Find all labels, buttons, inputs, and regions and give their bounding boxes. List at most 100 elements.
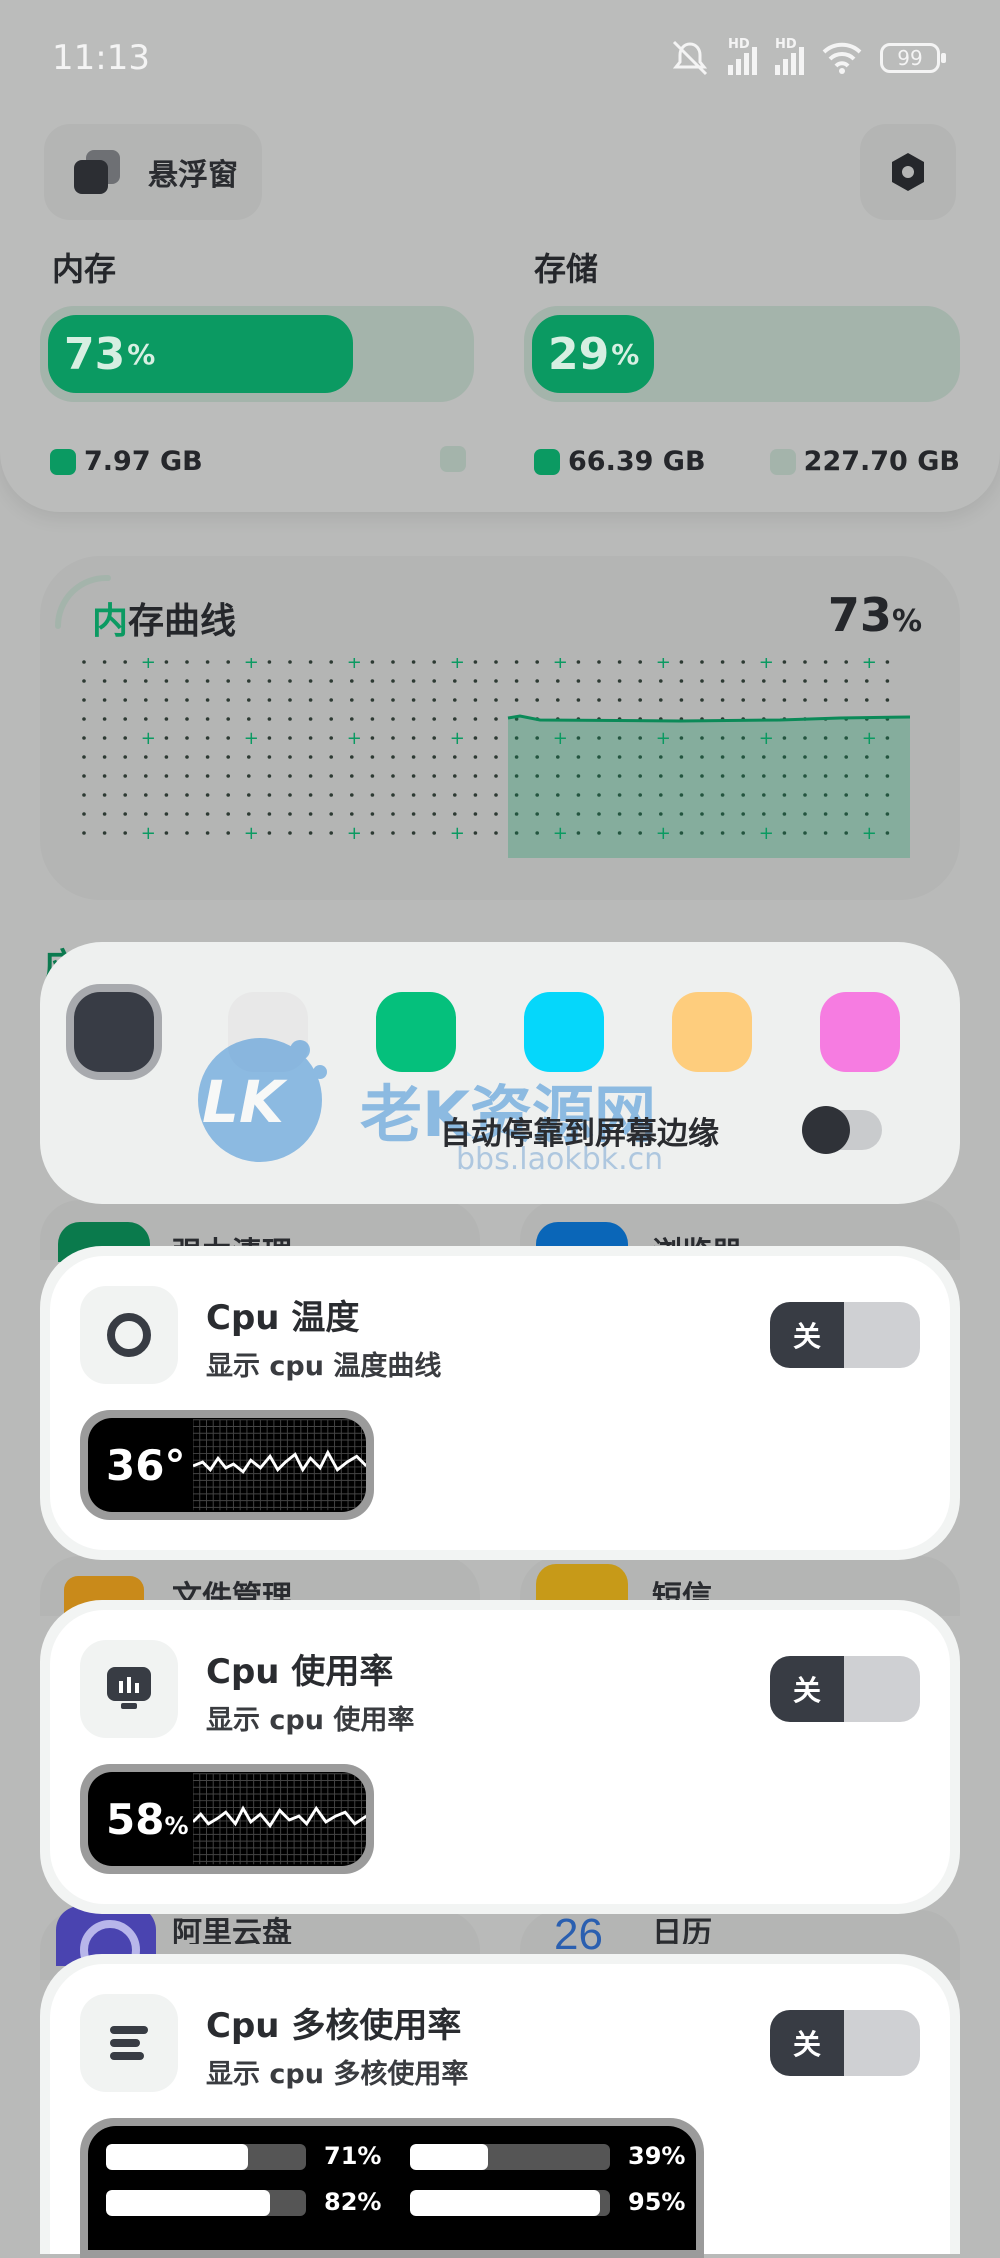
cpu-usage-widget-preview: 58% <box>80 1764 374 1874</box>
memory-curve-chart: ++++++++++++++++++++++++ <box>82 658 911 858</box>
svg-text:+: + <box>244 658 259 673</box>
cpu-usage-title: Cpu 使用率 <box>206 1652 394 1692</box>
core-label-3: 82% <box>324 2188 382 2216</box>
cpu-temp-value: 36° <box>106 1440 186 1490</box>
core-label-4: 95% <box>628 2188 686 2216</box>
storage-title: 存储 <box>534 250 599 288</box>
svg-text:+: + <box>347 823 362 844</box>
cpu-usage-value-unit: % <box>164 1811 189 1840</box>
svg-text:+: + <box>347 658 362 673</box>
cpu-usage-toggle[interactable]: 关 <box>770 1656 920 1722</box>
svg-text:+: + <box>450 728 465 749</box>
cpu-temp-toggle[interactable]: 关 <box>770 1302 920 1368</box>
memory-percent: 73 <box>64 328 126 380</box>
storage-total-legend: 227.70 GB <box>769 446 960 477</box>
cpu-usage-toggle-label: 关 <box>770 1656 844 1722</box>
memory-curve-title-accent: 内 <box>92 601 129 642</box>
svg-text:+: + <box>450 823 465 844</box>
memory-percent-sign: % <box>127 337 156 371</box>
core-bar-4 <box>410 2190 610 2216</box>
floating-window-button[interactable]: 悬浮窗 <box>44 124 262 220</box>
bars-list-icon <box>110 2026 148 2060</box>
svg-text:+: + <box>141 728 156 749</box>
storage-used-swatch <box>534 448 560 475</box>
storage-used-legend: 66.39 GB <box>534 446 706 477</box>
memory-used-swatch <box>50 448 76 475</box>
memory-curve-area <box>508 716 910 858</box>
memory-used-legend: 7.97 GB <box>50 446 203 477</box>
core-label-2: 39% <box>628 2142 686 2170</box>
cpu-temp-toggle-track <box>844 1302 920 1368</box>
hexagon-settings-icon <box>892 153 924 191</box>
svg-text:+: + <box>244 823 259 844</box>
storage-percent-sign: % <box>611 337 640 371</box>
cpu-multicore-widget-inner: 71% 39% 82% 95% <box>88 2126 696 2250</box>
svg-text:+: + <box>656 658 671 673</box>
signal-icon-1: HD <box>728 37 757 75</box>
status-icons: HD HD 99 <box>670 37 946 76</box>
memory-bar-fill: 73% <box>48 315 353 393</box>
status-time: 11:13 <box>52 38 150 78</box>
battery-icon: 99 <box>880 43 946 73</box>
network-badge-1: HD <box>728 37 750 52</box>
monitor-chart-icon <box>107 1667 151 1709</box>
memory-curve-percent-value: 73 <box>827 588 892 642</box>
cpu-usage-toggle-track <box>844 1656 920 1722</box>
floating-window-label: 悬浮窗 <box>148 158 238 193</box>
ring-icon <box>107 1313 151 1357</box>
signal-icon-2: HD <box>775 37 804 75</box>
svg-text:+: + <box>141 823 156 844</box>
core-bar-3 <box>106 2190 306 2216</box>
auto-dock-label: 自动停靠到屏幕边缘 <box>440 1116 719 1152</box>
svg-text:+: + <box>862 658 877 673</box>
wifi-icon <box>822 42 862 74</box>
watermark-logo: LK <box>202 1068 284 1136</box>
storage-used-label: 66.39 GB <box>568 446 706 477</box>
memory-curve-title-rest: 存曲线 <box>128 601 237 642</box>
cpu-multicore-title: Cpu 多核使用率 <box>206 2006 462 2046</box>
storage-total-swatch <box>769 448 796 475</box>
cpu-multicore-toggle[interactable]: 关 <box>770 2010 920 2076</box>
memory-curve-title: 内存曲线 <box>92 592 236 644</box>
network-badge-2: HD <box>775 37 797 52</box>
memory-free-swatch <box>440 446 466 472</box>
cpu-temp-subtitle: 显示 cpu 温度曲线 <box>206 1351 442 1382</box>
memory-title: 内存 <box>52 250 117 288</box>
behind-item-clean-label: 强力清理 <box>172 1228 292 1246</box>
cpu-usage-value-number: 58 <box>106 1794 165 1844</box>
memory-bar: 73% <box>40 306 474 402</box>
memory-used-label: 7.97 GB <box>84 446 203 477</box>
cpu-multicore-widget-preview: 71% 39% 82% 95% <box>80 2118 704 2258</box>
core-label-1: 71% <box>324 2142 382 2170</box>
settings-button[interactable] <box>860 124 956 220</box>
auto-dock-toggle-knob <box>802 1106 850 1154</box>
svg-text:+: + <box>141 658 156 673</box>
cpu-multicore-toggle-track <box>844 2010 920 2076</box>
core-bar-1 <box>106 2144 306 2170</box>
watermark: LK 老K资源网 bbs.laokbk.cn <box>180 1010 740 1190</box>
behind-item-browser-label: 浏览器 <box>652 1228 742 1246</box>
cpu-temp-title: Cpu 温度 <box>206 1298 360 1338</box>
cpu-usage-wave <box>192 1773 366 1865</box>
battery-level: 99 <box>897 46 923 70</box>
color-swatch-6[interactable] <box>820 992 900 1072</box>
color-swatch-1[interactable] <box>74 992 154 1072</box>
memory-curve-percent: 73% <box>828 588 922 642</box>
auto-dock-toggle[interactable] <box>802 1106 882 1154</box>
svg-text:+: + <box>347 728 362 749</box>
cpu-temp-widget-preview: 36° <box>80 1410 374 1520</box>
behind-item-sms-label: 短信 <box>652 1580 712 1602</box>
storage-bar-fill: 29% <box>532 315 654 393</box>
svg-text:+: + <box>759 658 774 673</box>
storage-percent: 29 <box>548 328 610 380</box>
cpu-temp-toggle-label: 关 <box>770 1302 844 1368</box>
memory-free-legend <box>440 446 474 472</box>
cpu-multicore-toggle-label: 关 <box>770 2010 844 2076</box>
cpu-multicore-icon-box <box>80 1994 178 2092</box>
svg-text:+: + <box>553 658 568 673</box>
mute-icon <box>672 40 708 76</box>
memory-curve-percent-sign: % <box>891 604 922 639</box>
cpu-temp-wave <box>192 1419 366 1511</box>
floating-window-icon <box>70 146 122 198</box>
core-bar-2 <box>410 2144 610 2170</box>
